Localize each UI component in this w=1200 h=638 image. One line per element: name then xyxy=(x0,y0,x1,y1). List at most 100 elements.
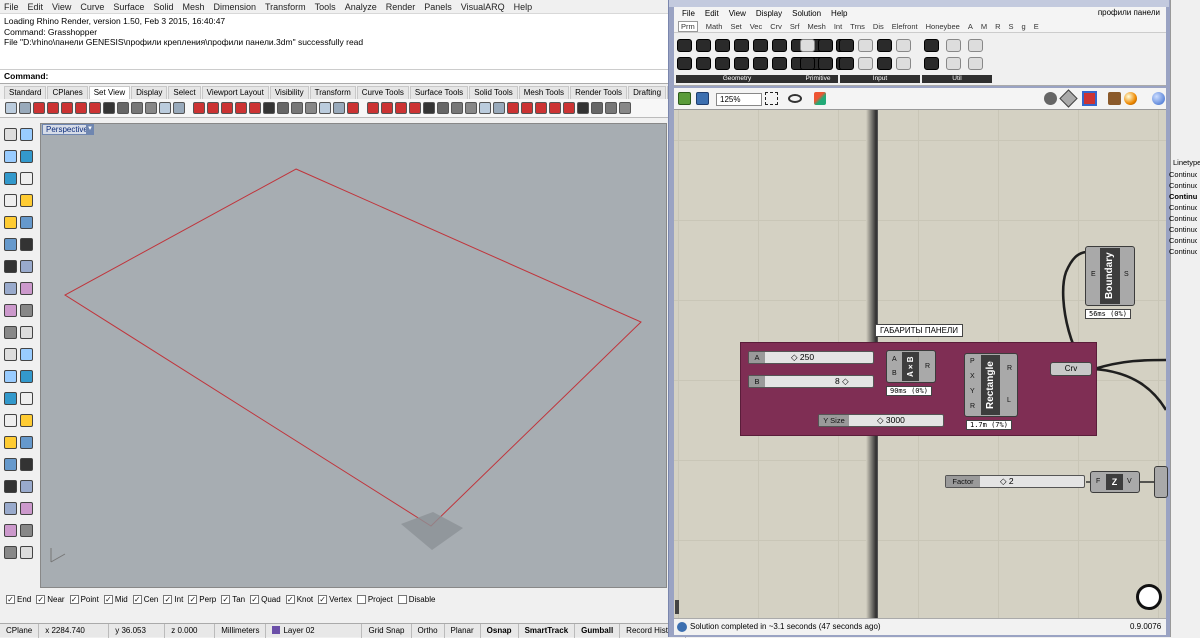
osnap-checkbox[interactable]: ✓ xyxy=(188,594,198,604)
geometry-param-icon[interactable] xyxy=(696,57,711,70)
left-tool-icon[interactable] xyxy=(20,524,33,537)
view-tool-icon[interactable] xyxy=(409,102,421,114)
tab-standard[interactable]: Standard xyxy=(4,86,47,99)
left-tool-icon[interactable] xyxy=(4,370,17,383)
geometry-param-icon[interactable] xyxy=(753,57,768,70)
viewport-menu-icon[interactable]: ▾ xyxy=(86,124,94,135)
view-tool-icon[interactable] xyxy=(19,102,31,114)
left-tool-icon[interactable] xyxy=(20,502,33,515)
osnap-checkbox[interactable]: ✓ xyxy=(221,594,231,604)
crv-parameter[interactable]: Crv xyxy=(1050,362,1092,376)
view-tool-icon[interactable] xyxy=(263,102,275,114)
view-tool-icon[interactable] xyxy=(367,102,379,114)
view-tool-icon[interactable] xyxy=(493,102,505,114)
osnap-checkbox[interactable] xyxy=(397,594,407,604)
rhino-menu-view[interactable]: View xyxy=(52,2,71,12)
left-tool-icon[interactable] xyxy=(4,458,17,471)
gh-tab-dis[interactable]: Dis xyxy=(873,22,884,31)
left-tool-icon[interactable] xyxy=(20,326,33,339)
view-tool-icon[interactable] xyxy=(291,102,303,114)
osnap-checkbox[interactable]: ✓ xyxy=(250,594,260,604)
left-tool-icon[interactable] xyxy=(4,216,17,229)
view-tool-icon[interactable] xyxy=(591,102,603,114)
view-tool-icon[interactable] xyxy=(131,102,143,114)
rhino-menu-panels[interactable]: Panels xyxy=(424,2,452,12)
view-tool-icon[interactable] xyxy=(347,102,359,114)
gh-menu-view[interactable]: View xyxy=(729,9,746,18)
gh-tab-m[interactable]: M xyxy=(981,22,987,31)
primitive-param-icon[interactable] xyxy=(818,57,833,70)
osnap-end[interactable]: ✓ End xyxy=(6,594,31,604)
view-tool-icon[interactable] xyxy=(563,102,575,114)
util-param-icon[interactable] xyxy=(924,57,939,70)
tab-mesh-tools[interactable]: Mesh Tools xyxy=(518,86,570,99)
left-tool-icon[interactable] xyxy=(4,260,17,273)
multiply-component[interactable]: A B A×B R xyxy=(886,350,936,383)
geometry-param-icon[interactable] xyxy=(715,57,730,70)
tab-surface-tools[interactable]: Surface Tools xyxy=(409,86,469,99)
tab-solid-tools[interactable]: Solid Tools xyxy=(469,86,518,99)
rhino-menu-help[interactable]: Help xyxy=(514,2,533,12)
gh-tab-trns[interactable]: Trns xyxy=(850,22,865,31)
render-sphere-icon[interactable] xyxy=(1124,92,1137,105)
left-tool-icon[interactable] xyxy=(20,348,33,361)
osnap-checkbox[interactable]: ✓ xyxy=(6,594,15,604)
rhino-menu-surface[interactable]: Surface xyxy=(113,2,144,12)
left-tool-icon[interactable] xyxy=(4,392,17,405)
left-tool-icon[interactable] xyxy=(20,414,33,427)
slider-factor[interactable]: Factor ◇ 2 xyxy=(945,475,1085,488)
left-tool-icon[interactable] xyxy=(20,480,33,493)
view-tool-icon[interactable] xyxy=(145,102,157,114)
preview-wire-icon[interactable] xyxy=(1059,89,1078,108)
gh-menu-help[interactable]: Help xyxy=(831,9,847,18)
left-tool-icon[interactable] xyxy=(4,348,17,361)
gh-tab-elefront[interactable]: Elefront xyxy=(892,22,918,31)
input-param-icon[interactable] xyxy=(839,39,854,52)
osnap-quad[interactable]: ✓ Quad xyxy=(250,594,281,604)
view-tool-icon[interactable] xyxy=(333,102,345,114)
gh-tab-s[interactable]: S xyxy=(1009,22,1014,31)
rect-input-y[interactable]: Y xyxy=(970,388,975,395)
boundary-output-s[interactable]: S xyxy=(1124,271,1129,278)
gumball-toggle[interactable]: Gumball xyxy=(575,623,621,638)
linetype-cell[interactable]: Continuous xyxy=(1169,214,1197,223)
rhino-menu-curve[interactable]: Curve xyxy=(80,2,104,12)
view-tool-icon[interactable] xyxy=(395,102,407,114)
rect-output-r[interactable]: R xyxy=(1007,365,1012,372)
ribbon-group-input[interactable]: Input xyxy=(840,75,920,83)
left-tool-icon[interactable] xyxy=(4,524,17,537)
view-tool-icon[interactable] xyxy=(535,102,547,114)
util-param-icon[interactable] xyxy=(924,39,939,52)
primitive-param-icon[interactable] xyxy=(800,57,815,70)
cplane-label[interactable]: CPlane xyxy=(0,623,40,638)
rect-input-p[interactable]: P xyxy=(970,358,975,365)
osnap-mid[interactable]: ✓ Mid xyxy=(103,594,128,604)
view-tool-icon[interactable] xyxy=(221,102,233,114)
geometry-param-icon[interactable] xyxy=(734,57,749,70)
gh-menu-edit[interactable]: Edit xyxy=(705,9,719,18)
osnap-checkbox[interactable]: ✓ xyxy=(132,594,142,604)
linetype-cell[interactable]: Continuous xyxy=(1169,170,1197,179)
geometry-param-icon[interactable] xyxy=(677,39,692,52)
view-tool-icon[interactable] xyxy=(277,102,289,114)
z-input-f[interactable]: F xyxy=(1096,478,1100,485)
ribbon-group-primitive[interactable]: Primitive xyxy=(798,75,838,83)
mul-output-r[interactable]: R xyxy=(925,363,930,370)
geometry-param-icon[interactable] xyxy=(696,39,711,52)
left-tool-icon[interactable] xyxy=(4,238,17,251)
view-tool-icon[interactable] xyxy=(465,102,477,114)
sketch-pen-icon[interactable] xyxy=(814,92,826,105)
osnap-int[interactable]: ✓ Int xyxy=(163,594,183,604)
view-tool-icon[interactable] xyxy=(423,102,435,114)
view-tool-icon[interactable] xyxy=(619,102,631,114)
gh-menu-solution[interactable]: Solution xyxy=(792,9,821,18)
util-param-icon[interactable] xyxy=(946,57,961,70)
rhino-menu-edit[interactable]: Edit xyxy=(28,2,44,12)
rect-input-r[interactable]: R xyxy=(970,403,975,410)
gh-tab-math[interactable]: Math xyxy=(706,22,723,31)
tab-set-view[interactable]: Set View xyxy=(88,86,131,99)
rect-output-l[interactable]: L xyxy=(1007,397,1011,404)
left-tool-icon[interactable] xyxy=(20,260,33,273)
rhino-menu-visualarq[interactable]: VisualARQ xyxy=(461,2,505,12)
primitive-param-icon[interactable] xyxy=(800,39,815,52)
